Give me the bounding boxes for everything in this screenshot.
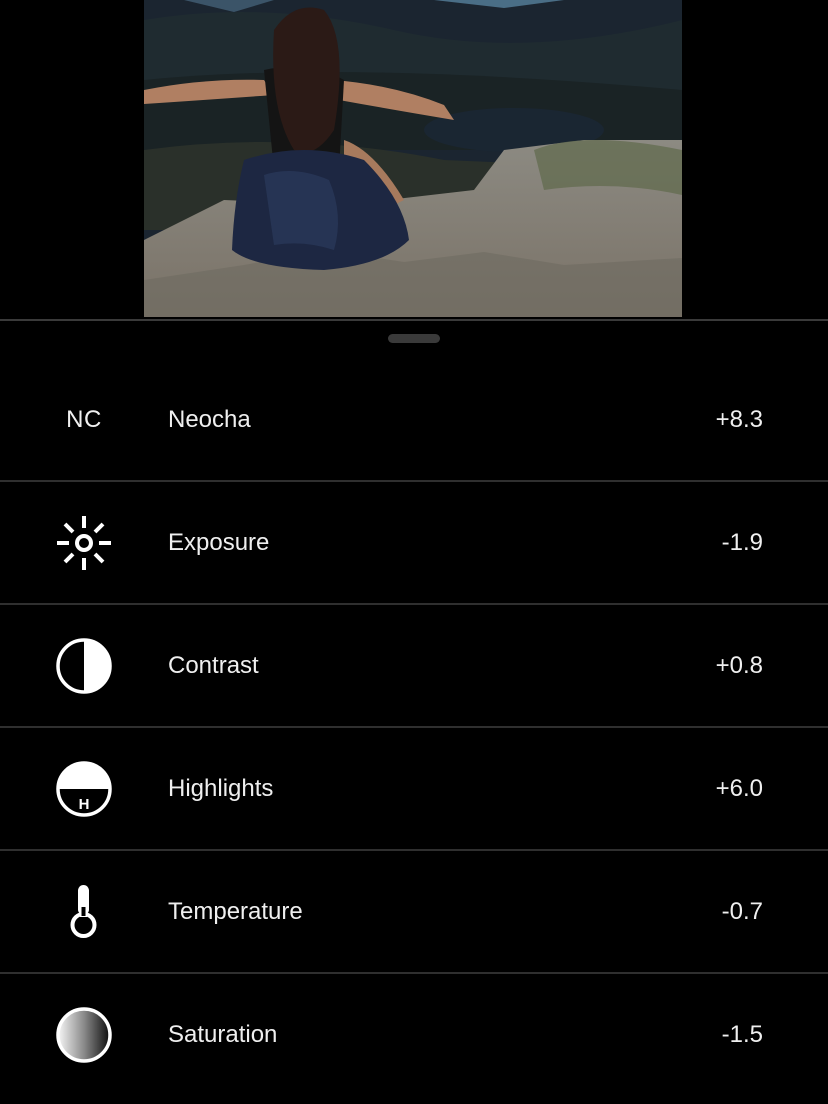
adjustment-row-saturation[interactable]: Saturation -1.5 bbox=[0, 974, 828, 1095]
highlights-icon: H bbox=[54, 759, 114, 819]
adjustment-value: -1.5 bbox=[721, 1020, 763, 1048]
contrast-icon bbox=[54, 636, 114, 696]
adjustment-list: NC Neocha +8.3 Exposure -1.9 Contrast +0… bbox=[0, 359, 828, 1095]
photo-illustration bbox=[144, 0, 682, 317]
adjustment-row-temperature[interactable]: Temperature -0.7 bbox=[0, 851, 828, 974]
highlights-icon-letter: H bbox=[79, 796, 90, 813]
adjustment-label: Temperature bbox=[168, 897, 303, 925]
saturation-icon bbox=[54, 1005, 114, 1065]
adjustment-row-neocha[interactable]: NC Neocha +8.3 bbox=[0, 359, 828, 482]
neocha-icon-text: NC bbox=[66, 405, 102, 433]
adjustment-value: +0.8 bbox=[715, 651, 763, 679]
neocha-filter-icon: NC bbox=[54, 390, 114, 450]
adjustment-value: -1.9 bbox=[721, 528, 763, 556]
adjustment-label: Saturation bbox=[168, 1020, 278, 1048]
sheet-divider bbox=[0, 319, 828, 321]
adjustment-value: -0.7 bbox=[721, 897, 763, 925]
photo-preview[interactable] bbox=[144, 0, 682, 317]
adjustment-value: +8.3 bbox=[715, 405, 763, 433]
adjustment-row-highlights[interactable]: H Highlights +6.0 bbox=[0, 728, 828, 851]
adjustment-label: Exposure bbox=[168, 528, 270, 556]
adjustment-row-exposure[interactable]: Exposure -1.9 bbox=[0, 482, 828, 605]
adjustment-label: Highlights bbox=[168, 774, 274, 802]
adjustment-value: +6.0 bbox=[715, 774, 763, 802]
temperature-thermometer-icon bbox=[54, 882, 114, 942]
exposure-sun-icon bbox=[54, 513, 114, 573]
adjustment-row-contrast[interactable]: Contrast +0.8 bbox=[0, 605, 828, 728]
photo-preview-area bbox=[0, 0, 828, 320]
adjustment-label: Contrast bbox=[168, 651, 259, 679]
adjustment-label: Neocha bbox=[168, 405, 251, 433]
drag-handle[interactable] bbox=[388, 334, 440, 343]
